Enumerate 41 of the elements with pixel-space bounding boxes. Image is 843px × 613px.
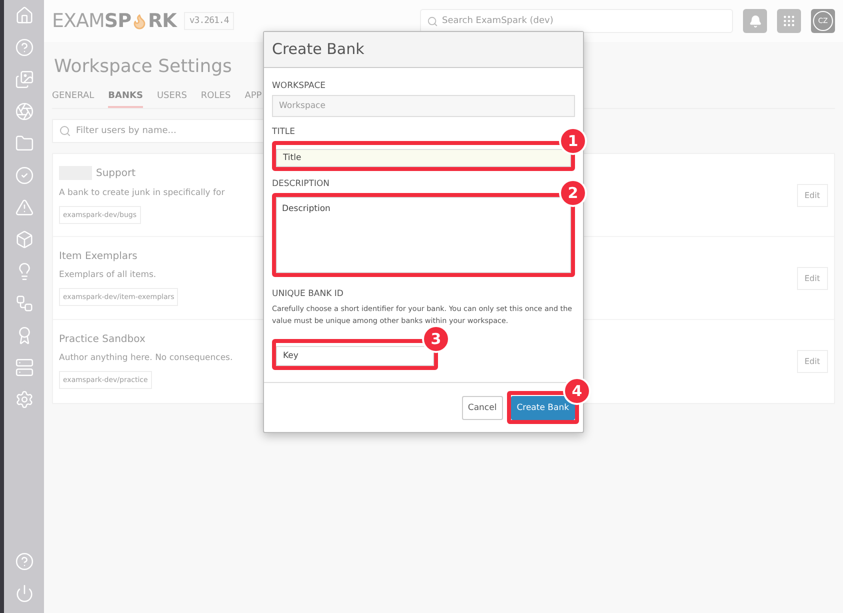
search-icon <box>427 16 438 26</box>
tab[interactable]: APP <box>244 87 262 108</box>
edit-button[interactable]: Edit <box>796 184 828 206</box>
search-field[interactable]: Search ExamSpark (dev) <box>420 9 733 33</box>
cancel-button[interactable]: Cancel <box>462 396 503 420</box>
edit-button[interactable]: Edit <box>796 266 828 290</box>
callout-number: 4 <box>565 379 589 403</box>
callout-number: 3 <box>424 327 448 351</box>
field-label: WORKSPACE <box>272 81 326 91</box>
tab[interactable]: GENERAL <box>52 87 94 108</box>
field-label: DESCRIPTION <box>272 179 330 189</box>
title-field[interactable]: Title <box>276 149 571 167</box>
search-icon <box>59 125 71 137</box>
grid-icon <box>782 14 796 28</box>
bank-description: Author anything here. No consequences. <box>59 353 233 363</box>
callout-number: 1 <box>561 129 585 153</box>
create-button[interactable]: Create Bank <box>510 396 575 420</box>
edit-button[interactable]: Edit <box>796 350 828 373</box>
logo-text: EXAM <box>52 10 104 32</box>
bank-description: A bank to create junk in specifically for <box>59 188 225 198</box>
bank-name: Item Exemplars <box>59 250 138 262</box>
apps-button[interactable] <box>777 9 801 33</box>
bell-icon <box>748 14 762 28</box>
description-field[interactable]: Description <box>276 197 571 273</box>
tab[interactable]: USERS <box>156 87 187 108</box>
bank-description: Exemplars of all items. <box>59 270 156 280</box>
tab[interactable]: BANKS <box>108 87 143 108</box>
key-field[interactable]: Key <box>276 346 434 366</box>
notifications-button[interactable] <box>743 9 767 33</box>
workspace-field[interactable]: Workspace <box>272 95 575 117</box>
logo-text: SP <box>104 10 132 32</box>
version-label: v3.261.4 <box>184 12 234 30</box>
field-label: UNIQUE BANK ID <box>272 289 344 299</box>
callout-number: 2 <box>561 181 585 205</box>
field-label: TITLE <box>272 127 295 137</box>
logo-text: RK <box>148 10 176 32</box>
dialog-title: Create Bank <box>264 32 583 68</box>
page-title: Workspace Settings <box>54 55 232 79</box>
bank-name: Practice Sandbox <box>59 334 146 345</box>
bank-name: Support <box>96 168 136 178</box>
tab[interactable]: ROLES <box>200 87 231 108</box>
